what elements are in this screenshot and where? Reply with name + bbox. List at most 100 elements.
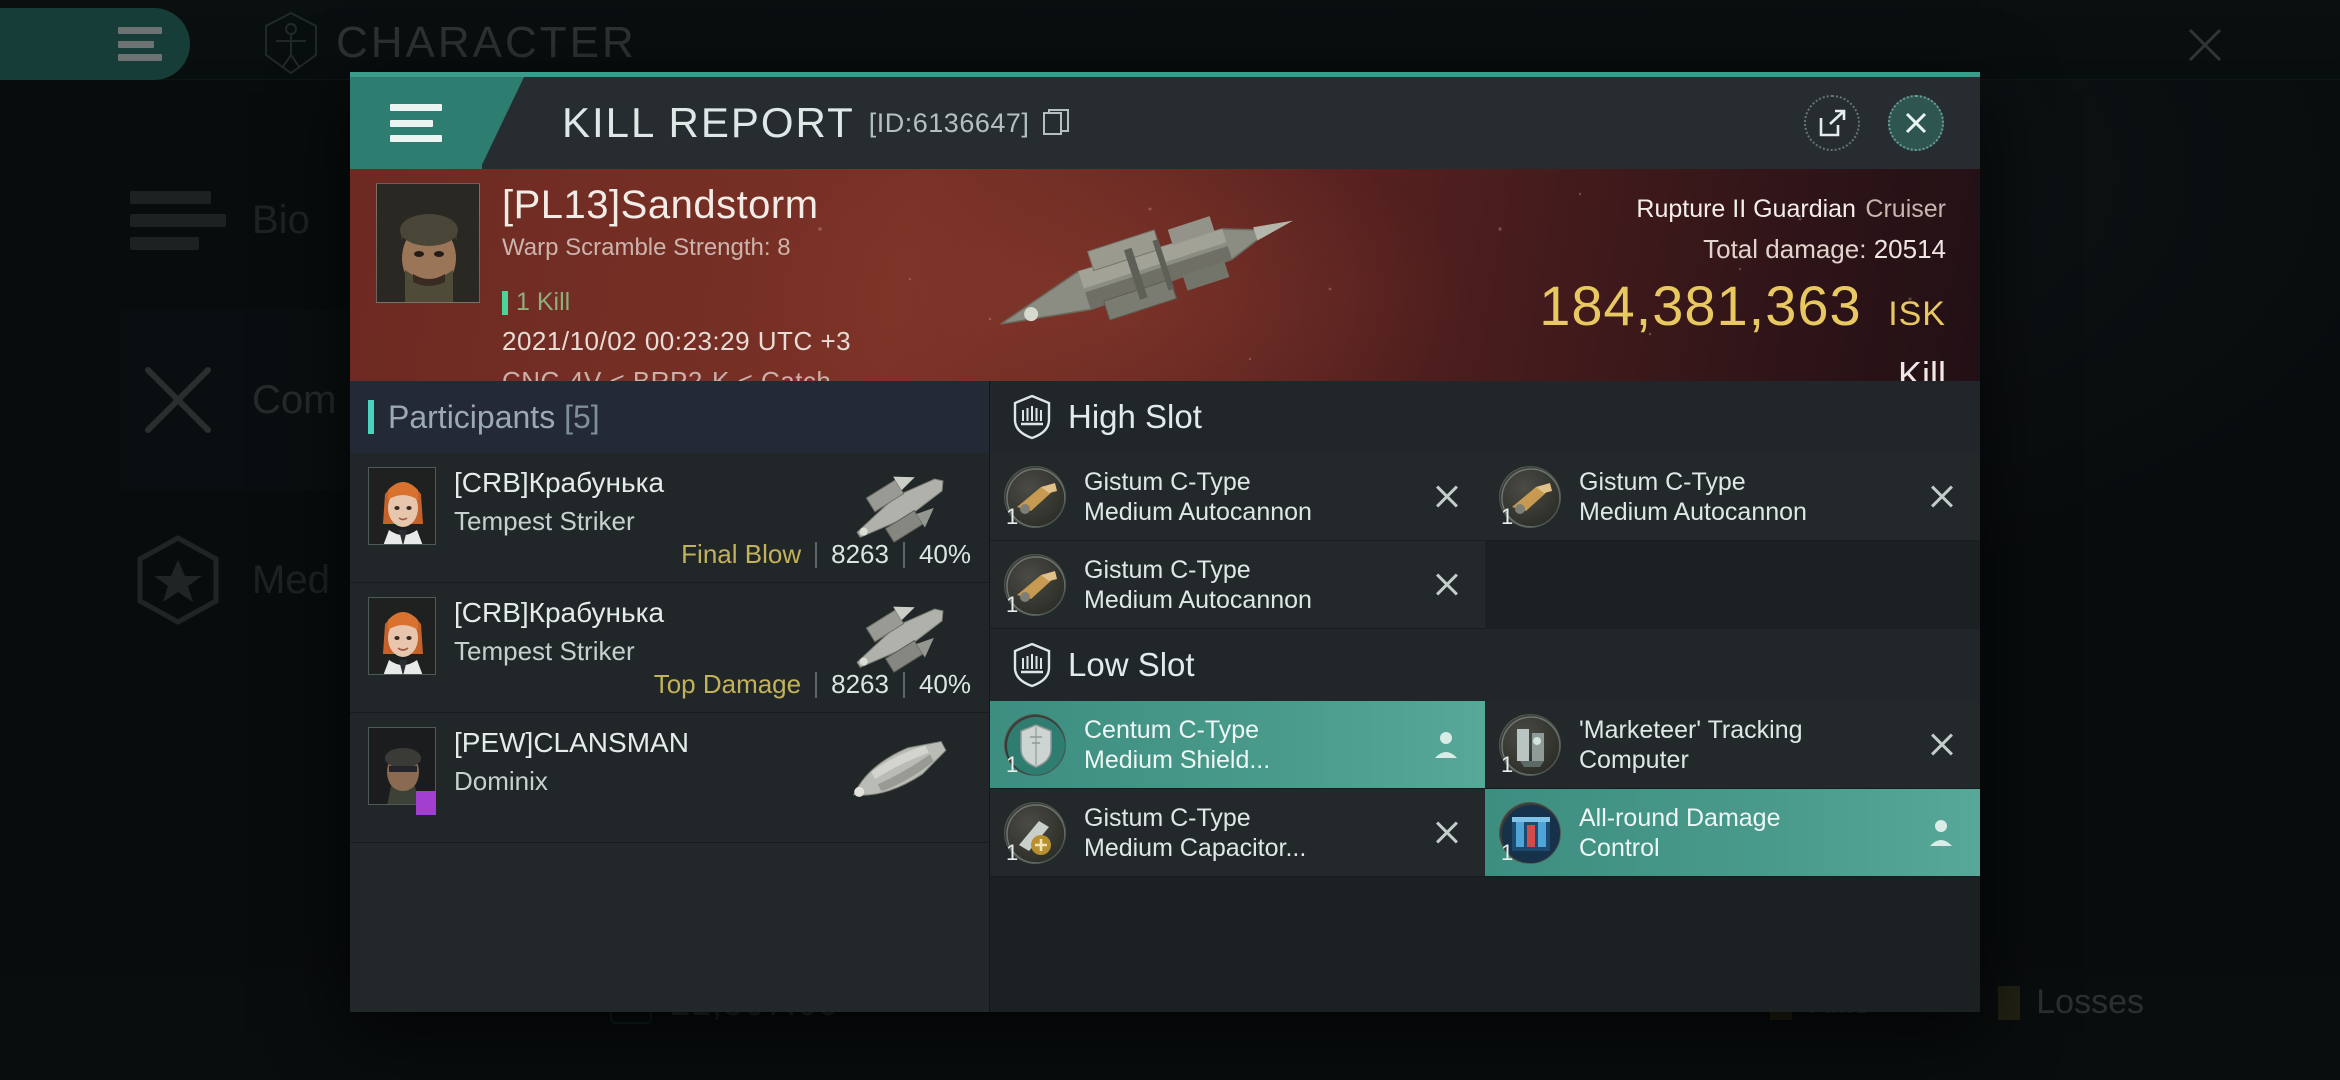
participant-damage: 8263 [831,669,889,699]
module-line-2: Medium Autocannon [1084,585,1312,614]
dialog-body: Participants [5] [CRB]Крабунька Tempest … [350,381,1980,1012]
divider [815,541,818,568]
module-slot[interactable]: 1 Gistum C-Type Medium Autocannon [1485,453,1980,541]
module-owner-button[interactable] [1433,730,1463,760]
module-line-2: Control [1579,833,1660,862]
remove-module-button[interactable] [1928,482,1958,512]
module-line-1: Gistum C-Type [1084,803,1251,832]
victim-name: [PL13]Sandstorm [502,183,819,227]
participants-list[interactable]: [CRB]Крабунька Tempest Striker Final Blo… [350,453,989,1012]
participant-tag: Top Damage [653,669,802,699]
table-row[interactable]: [PEW]CLANSMAN Dominix [350,713,989,843]
participants-count: [5] [564,398,600,435]
victim-info: [PL13]Sandstorm Warp Scramble Strength: … [350,169,851,381]
victim-subtitle: Warp Scramble Strength: 8 [502,234,791,261]
dialog-title-group: KILL REPORT [ID:6136647] [482,77,1804,169]
participant-stats: Final Blow 8263 40% [681,539,971,570]
module-text: Gistum C-Type Medium Autocannon [1579,467,1807,527]
remove-module-button[interactable] [1928,730,1958,760]
module-line-2: Medium Capacitor... [1084,833,1307,862]
participants-title: Participants [5] [388,399,600,436]
isk-amount: 184,381,363 [1539,274,1862,337]
module-text: Gistum C-Type Medium Capacitor... [1084,803,1306,863]
participants-column: Participants [5] [CRB]Крабунька Tempest … [350,381,990,1012]
screen-root: CHARACTER Bio Com [0,0,2340,1080]
module-line-1: Centum C-Type [1084,715,1260,744]
module-quantity: 1 [1006,840,1019,865]
participants-title-label: Participants [388,398,556,435]
shield-slot-icon [1013,394,1051,440]
share-button[interactable] [1804,95,1860,151]
kill-location: CNC-4V < BRP2-K < Catch [502,366,832,381]
cruiser-ship-render [1000,216,1294,325]
module-line-1: 'Marketeer' Tracking [1579,715,1803,744]
kill-report-dialog: KILL REPORT [ID:6136647] [PL13]Sandstorm… [350,72,1980,1012]
victim-banner: [PL13]Sandstorm Warp Scramble Strength: … [350,169,1980,381]
low-slot-title: Low Slot [1068,646,1195,683]
pilot-portrait-female [368,597,436,675]
module-line-1: Gistum C-Type [1084,555,1251,584]
hamburger-icon [390,104,442,142]
participant-percent: 40% [918,539,971,569]
kill-result-label: Kill [1897,354,1946,381]
kill-badge-bar [502,290,508,315]
person-icon [1930,819,1952,846]
module-slot[interactable]: 1 Gistum C-Type Medium Autocannon [990,541,1485,629]
module-slot[interactable]: 1 Gistum C-Type Medium Capacitor... [990,789,1485,877]
module-text: Gistum C-Type Medium Autocannon [1084,555,1312,615]
total-damage-label: Total damage: [1703,234,1867,264]
module-line-1: All-round Damage [1579,803,1781,832]
participants-header: Participants [5] [350,381,989,453]
divider [815,671,818,698]
module-slot[interactable]: 1 'Marketeer' Tracking Computer [1485,701,1980,789]
corp-badge [416,791,436,815]
participant-tag: Final Blow [681,539,802,569]
module-line-2: Computer [1579,745,1689,774]
close-button[interactable] [1888,95,1944,151]
module-quantity: 1 [1501,504,1514,529]
victim-text-block: [PL13]Sandstorm Warp Scramble Strength: … [502,183,851,381]
dialog-title: KILL REPORT [562,99,855,146]
dialog-header-actions [1804,77,1980,169]
close-icon [1905,112,1927,134]
remove-module-button[interactable] [1433,482,1463,512]
module-line-1: Gistum C-Type [1579,467,1746,496]
total-damage-value: 20514 [1873,234,1946,264]
module-quantity: 1 [1501,752,1514,777]
kill-report-id: [ID:6136647] [868,107,1030,138]
high-slot-header: High Slot [990,381,1980,453]
module-line-2: Medium Shield... [1084,745,1271,774]
dialog-menu-button[interactable] [350,77,482,169]
table-row[interactable]: [CRB]Крабунька Tempest Striker [350,583,989,713]
participant-percent: 40% [918,669,971,699]
module-text: All-round Damage Control [1579,803,1781,863]
participant-stats: Top Damage 8263 40% [654,669,971,700]
victim-ship-name: Rupture II Guardian [1636,195,1856,223]
participant-damage: 8263 [831,539,889,569]
person-icon [1435,731,1457,758]
high-slot-title: High Slot [1068,398,1202,435]
remove-module-button[interactable] [1433,570,1463,600]
module-quantity: 1 [1006,592,1019,617]
remove-module-button[interactable] [1433,818,1463,848]
module-line-1: Gistum C-Type [1084,467,1251,496]
module-slot[interactable]: 1 All-round Damage Control [1485,789,1980,877]
module-text: Centum C-Type Medium Shield... [1084,715,1270,775]
kill-timestamp: 2021/10/02 00:23:29 UTC +3 [502,326,852,356]
victim-summary: Rupture II Guardian Cruiser Total damage… [1529,187,1946,381]
module-quantity: 1 [1006,504,1019,529]
isk-value-line: 184,381,363 ISK [1529,273,1946,338]
copy-icon[interactable] [1043,109,1070,137]
dialog-header: KILL REPORT [ID:6136647] [350,77,1980,169]
table-row[interactable]: [CRB]Крабунька Tempest Striker [350,453,989,583]
low-slot-grid: 1 Centum C-Type Medium Shield... 1 'Mark… [990,701,1980,877]
module-quantity: 1 [1501,840,1514,865]
module-owner-button[interactable] [1928,818,1958,848]
module-line-2: Medium Autocannon [1579,497,1807,526]
module-slot[interactable]: 1 Centum C-Type Medium Shield... [990,701,1485,789]
total-damage-line: Total damage: 20514 [1529,234,1946,265]
module-text: 'Marketeer' Tracking Computer [1579,715,1803,775]
victim-ship-class: Cruiser [1865,195,1946,223]
fitting-column: High Slot 1 Gistum C-Type Medium Autocan… [990,381,1980,1012]
module-slot[interactable]: 1 Gistum C-Type Medium Autocannon [990,453,1485,541]
